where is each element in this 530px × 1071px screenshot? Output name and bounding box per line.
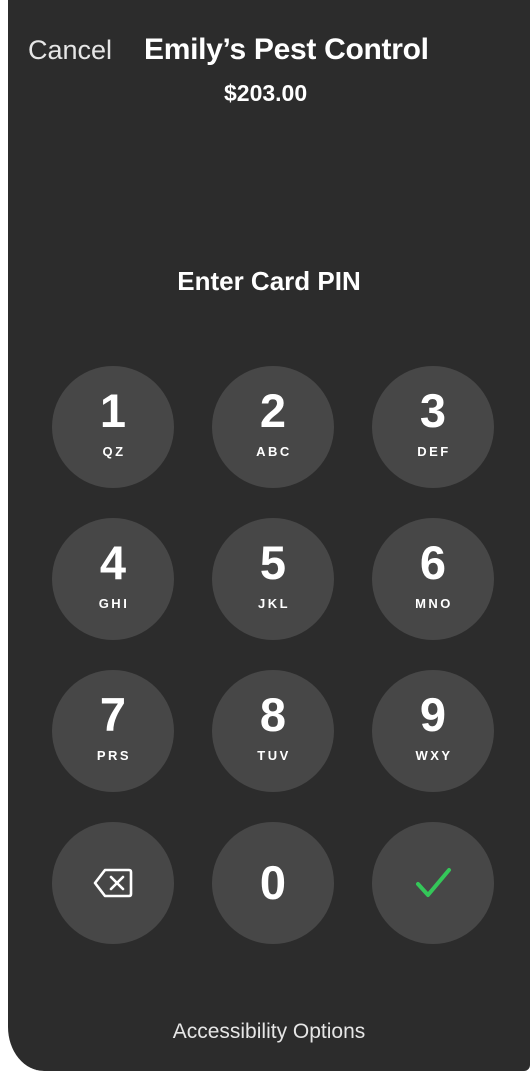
confirm-button[interactable] — [372, 822, 494, 944]
key-3[interactable]: 3 DEF — [372, 366, 494, 488]
key-2[interactable]: 2 ABC — [212, 366, 334, 488]
key-digit: 5 — [259, 536, 287, 589]
accessibility-options-link[interactable]: Accessibility Options — [8, 1020, 530, 1044]
key-letters: TUV — [257, 748, 291, 763]
key-5[interactable]: 5 JKL — [212, 518, 334, 640]
key-letters: WXY — [415, 748, 453, 763]
key-digit: 3 — [419, 384, 447, 437]
payment-amount: $203.00 — [224, 80, 308, 106]
key-6[interactable]: 6 MNO — [372, 518, 494, 640]
key-digit: 1 — [99, 384, 127, 437]
key-digit: 7 — [99, 688, 127, 741]
key-letters: PRS — [96, 748, 132, 763]
key-1[interactable]: 1 QZ — [52, 366, 174, 488]
key-digit: 6 — [419, 536, 447, 589]
cancel-button[interactable]: Cancel — [28, 35, 112, 66]
key-digit: 4 — [99, 536, 127, 589]
key-7[interactable]: 7 PRS — [52, 670, 174, 792]
key-digit: 0 — [259, 856, 287, 909]
pin-entry-screen: Cancel Emily’s Pest Control $203.00 Ente… — [0, 0, 530, 1071]
key-letters: ABC — [256, 444, 292, 459]
backspace-button[interactable] — [52, 822, 174, 944]
key-digit: 9 — [419, 688, 447, 741]
backspace-icon — [52, 822, 174, 944]
key-letters: QZ — [102, 444, 126, 459]
pin-prompt: Enter Card PIN — [177, 266, 361, 296]
merchant-name: Emily’s Pest Control — [144, 33, 429, 66]
checkmark-icon — [372, 822, 494, 944]
key-4[interactable]: 4 GHI — [52, 518, 174, 640]
key-digit: 8 — [259, 688, 287, 741]
key-0[interactable]: 0 — [212, 822, 334, 944]
key-digit: 2 — [259, 384, 287, 437]
key-letters: GHI — [98, 596, 130, 611]
key-letters: JKL — [257, 596, 291, 611]
key-letters: DEF — [417, 444, 451, 459]
header: Cancel Emily’s Pest Control $203.00 — [8, 0, 530, 120]
key-8[interactable]: 8 TUV — [212, 670, 334, 792]
key-9[interactable]: 9 WXY — [372, 670, 494, 792]
key-letters: MNO — [415, 596, 453, 611]
